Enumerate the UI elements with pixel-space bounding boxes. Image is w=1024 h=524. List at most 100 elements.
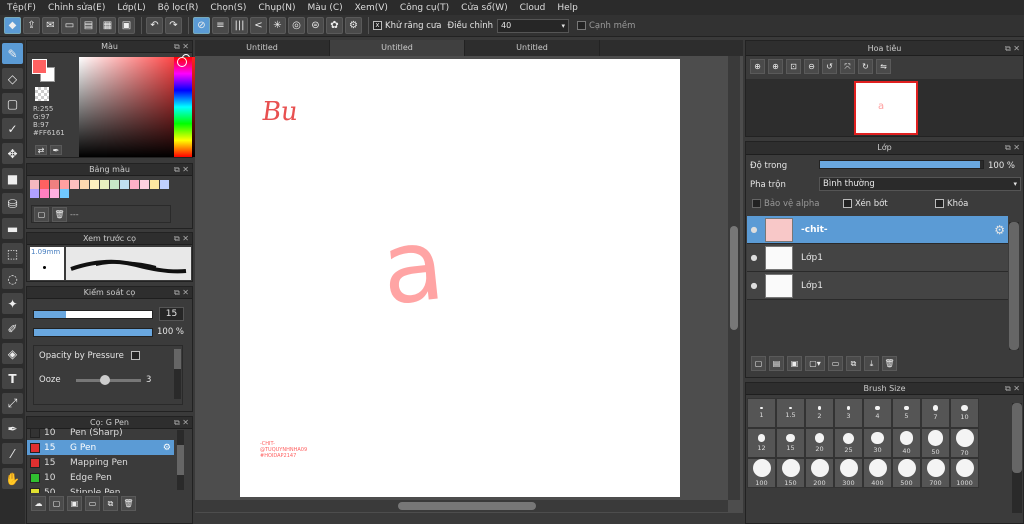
duplicate-layer-icon[interactable]: ⧉ — [846, 356, 861, 371]
flip-icon[interactable]: ⇋ — [876, 59, 891, 74]
palette-swatch[interactable] — [80, 180, 89, 189]
magic-wand-icon[interactable]: ✦ — [2, 293, 23, 314]
marquee-tool-icon[interactable]: ⬚ — [2, 243, 23, 264]
brush-size-cell[interactable]: 500 — [892, 458, 921, 488]
scrollbar[interactable] — [174, 349, 181, 399]
palette-swatch[interactable] — [60, 180, 69, 189]
brush-size-cell[interactable]: 1.5 — [776, 398, 805, 428]
palette-swatch[interactable] — [30, 180, 39, 189]
scrollbar[interactable] — [1012, 403, 1022, 513]
palette-swatch[interactable] — [60, 189, 69, 198]
popout-icon[interactable]: ⧉ ✕ — [174, 41, 189, 53]
zoom-in-alt-icon[interactable]: ⊕ — [768, 59, 783, 74]
brush-list-item[interactable]: 15 G Pen ⚙ — [27, 440, 174, 455]
layer-row[interactable]: ● -chit- ⚙ — [747, 216, 1008, 244]
brush-size-cell[interactable]: 5 — [892, 398, 921, 428]
rotate-right-icon[interactable]: ↻ — [858, 59, 873, 74]
concentric-icon[interactable]: ◎ — [288, 17, 305, 34]
gear-icon[interactable]: ⚙ — [994, 223, 1005, 237]
popout-icon[interactable]: ⧉ ✕ — [1005, 383, 1020, 395]
soft-edge-checkbox[interactable] — [576, 21, 586, 30]
fit-icon[interactable]: ⊡ — [786, 59, 801, 74]
palette-swatch[interactable] — [150, 180, 159, 189]
visibility-icon[interactable]: ● — [747, 225, 761, 234]
popout-icon[interactable]: ⧉ ✕ — [174, 164, 189, 176]
brush-size-cell[interactable]: 25 — [834, 428, 863, 458]
brush-list-item[interactable]: 15 Mapping Pen — [27, 455, 174, 470]
menu-item-8[interactable]: Công cụ(T) — [397, 3, 458, 13]
move-tool-icon[interactable]: ✥ — [2, 143, 23, 164]
redo-icon[interactable]: ↷ — [165, 17, 182, 34]
palette-swatch[interactable] — [50, 180, 59, 189]
brush-list-item[interactable]: 50 Stipple Pen — [27, 485, 174, 493]
menu-item-6[interactable]: Màu (C) — [305, 3, 352, 13]
brush-size-cell[interactable]: 10 — [950, 398, 979, 428]
brush-size-cell[interactable]: 700 — [921, 458, 950, 488]
brush-size-cell[interactable]: 70 — [950, 428, 979, 458]
delete-palette-icon[interactable]: 🗑 — [52, 206, 67, 222]
delete-brush-icon[interactable]: 🗑 — [121, 496, 136, 511]
foreground-color-swatch[interactable] — [32, 59, 47, 74]
text-tool-icon[interactable]: T — [2, 368, 23, 389]
menu-item-5[interactable]: Chụp(N) — [255, 3, 304, 13]
tab-untitled-3[interactable]: Untitled — [465, 40, 600, 56]
brush-folder-icon[interactable]: ▭ — [85, 496, 100, 511]
brush-size-cell[interactable]: 15 — [776, 428, 805, 458]
brush-size-cell[interactable]: 50 — [921, 428, 950, 458]
zoom-in-icon[interactable]: ⊕ — [750, 59, 765, 74]
menu-item-0[interactable]: Tệp(F) — [4, 3, 45, 13]
select-pen-icon[interactable]: ✐ — [2, 318, 23, 339]
brush-size-cell[interactable]: 1000 — [950, 458, 979, 488]
palette-swatch[interactable] — [70, 180, 79, 189]
lock-checkbox[interactable] — [935, 199, 944, 208]
palette-swatch[interactable] — [120, 180, 129, 189]
line-tool-icon[interactable]: ✓ — [2, 118, 23, 139]
opacity-pressure-checkbox[interactable] — [130, 351, 140, 360]
select-eraser-icon[interactable]: ◈ — [2, 343, 23, 364]
brush-list-item[interactable]: 10 Edge Pen — [27, 470, 174, 485]
dropper-small-icon[interactable]: ✒ — [50, 145, 62, 155]
menu-item-3[interactable]: Bộ lọc(R) — [155, 3, 208, 13]
rotate-left-icon[interactable]: ↺ — [822, 59, 837, 74]
antialias-checkbox[interactable]: x — [373, 21, 382, 30]
transparent-swatch[interactable] — [35, 87, 49, 101]
navigator-preview[interactable]: a — [854, 81, 918, 135]
palette-swatch[interactable] — [160, 180, 169, 189]
merge-layer-icon[interactable]: ⤓ — [864, 356, 879, 371]
eraser-tool-icon[interactable]: ◇ — [2, 68, 23, 89]
palette-swatch[interactable] — [140, 180, 149, 189]
duplicate-brush-icon[interactable]: ⧉ — [103, 496, 118, 511]
brush-size-slider[interactable] — [33, 310, 153, 319]
shape-tool-icon[interactable]: ■ — [2, 168, 23, 189]
palette-swatch[interactable] — [50, 189, 59, 198]
brush-size-cell[interactable]: 4 — [863, 398, 892, 428]
vertical-scrollbar[interactable] — [728, 56, 740, 500]
layer-opacity-slider[interactable] — [819, 160, 984, 169]
brush-cloud-icon[interactable]: ☁ — [31, 496, 46, 511]
clipping-checkbox[interactable] — [843, 199, 852, 208]
hand-tool-icon[interactable]: ✋ — [2, 468, 23, 489]
brush-size-cell[interactable]: 30 — [863, 428, 892, 458]
protect-alpha-checkbox[interactable] — [752, 199, 761, 208]
fit-window-icon[interactable]: ⤧ — [840, 59, 855, 74]
brush-size-cell[interactable]: 300 — [834, 458, 863, 488]
undo-icon[interactable]: ↶ — [146, 17, 163, 34]
brush-size-cell[interactable]: 2 — [805, 398, 834, 428]
tab-untitled-2[interactable]: Untitled — [330, 40, 465, 56]
palette-swatch[interactable] — [130, 180, 139, 189]
gear-icon[interactable]: ⚙ — [163, 443, 171, 453]
brush-size-cell[interactable]: 150 — [776, 458, 805, 488]
layer-folder-icon[interactable]: ▭ — [828, 356, 843, 371]
delete-layer-icon[interactable]: 🗑 — [882, 356, 897, 371]
zoom-out-icon[interactable]: ⊖ — [804, 59, 819, 74]
menu-item-9[interactable]: Cửa sổ(W) — [458, 3, 516, 13]
popout-icon[interactable]: ⧉ ✕ — [174, 287, 189, 299]
visibility-icon[interactable]: ● — [747, 281, 761, 290]
menu-item-4[interactable]: Chọn(S) — [207, 3, 255, 13]
symmetry-icon[interactable]: ✿ — [326, 17, 343, 34]
layer-row[interactable]: ● Lớp1 — [747, 244, 1008, 272]
grid-icon[interactable]: ▦ — [99, 17, 116, 34]
menu-item-1[interactable]: Chỉnh sửa(E) — [45, 3, 114, 13]
brush-list-item[interactable]: 10 Pen (Sharp) — [27, 425, 174, 440]
brush-size-cell[interactable]: 7 — [921, 398, 950, 428]
